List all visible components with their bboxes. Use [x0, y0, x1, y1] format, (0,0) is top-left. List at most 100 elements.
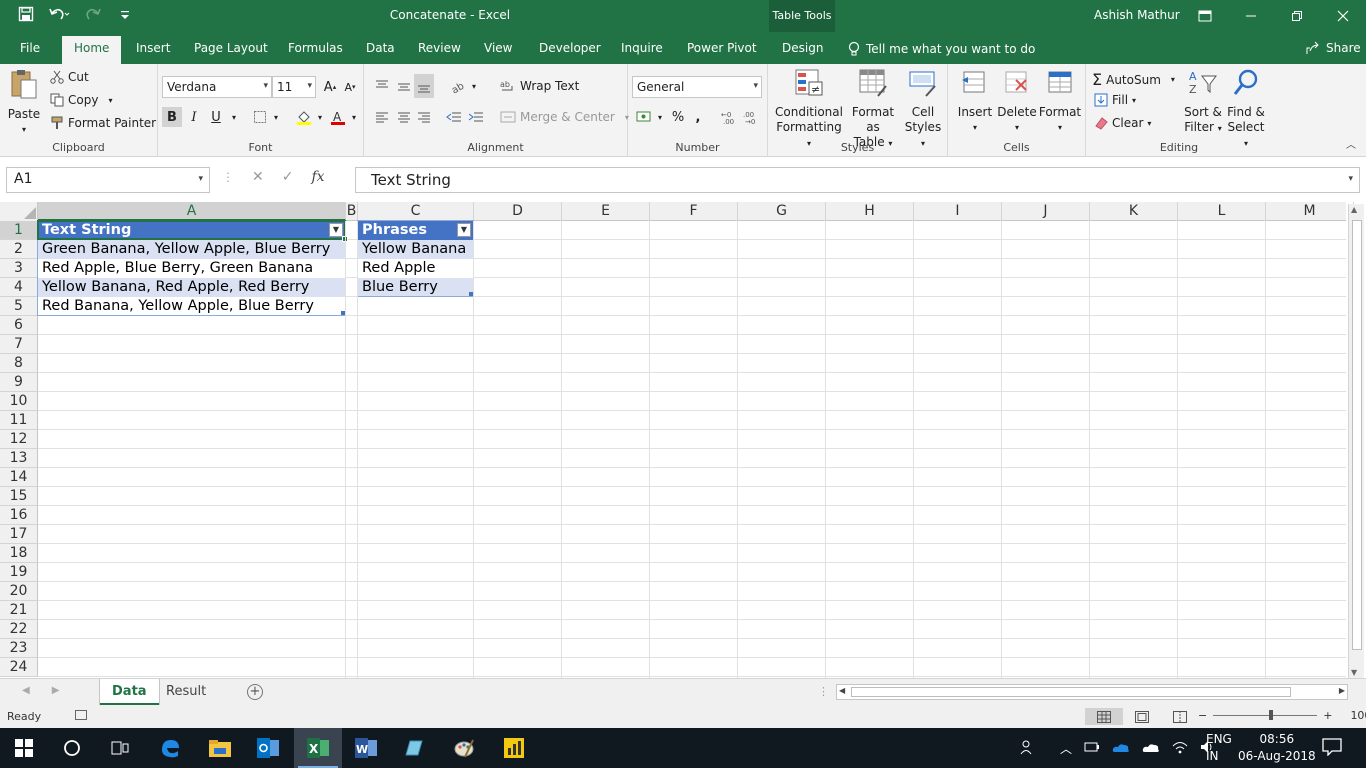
- table-cell-text-string[interactable]: Red Banana, Yellow Apple, Blue Berry: [38, 297, 345, 316]
- normal-view-icon[interactable]: [1085, 708, 1123, 725]
- sheet-tab-result[interactable]: Result: [154, 679, 218, 705]
- action-center-icon[interactable]: [1322, 738, 1342, 759]
- row-header-8[interactable]: 8: [0, 354, 38, 373]
- format-as-table-button[interactable]: Format as Table ▾: [844, 68, 902, 151]
- percent-button[interactable]: %: [668, 107, 688, 127]
- table-cell-phrase[interactable]: Blue Berry: [358, 278, 473, 297]
- next-sheet-icon[interactable]: ▶: [52, 685, 60, 696]
- row-header-22[interactable]: 22: [0, 620, 38, 639]
- row-header-15[interactable]: 15: [0, 487, 38, 506]
- format-cells-button[interactable]: Format ▾: [1038, 68, 1082, 135]
- autosum-button[interactable]: Σ AutoSum ▾: [1092, 70, 1175, 89]
- page-break-view-icon[interactable]: [1161, 708, 1199, 725]
- zoom-slider[interactable]: [1213, 710, 1318, 720]
- increase-indent-icon[interactable]: [466, 107, 486, 127]
- paint-app-icon[interactable]: [440, 728, 488, 768]
- power-bi-icon[interactable]: [490, 728, 538, 768]
- row-header-1[interactable]: 1: [0, 221, 38, 240]
- scroll-left-icon[interactable]: ◀: [839, 686, 845, 695]
- column-header-b[interactable]: B: [346, 202, 358, 221]
- font-color-dropdown-icon[interactable]: ▾: [344, 107, 364, 127]
- find-select-button[interactable]: Find & Select ▾: [1224, 68, 1268, 151]
- zoom-in-icon[interactable]: +: [1323, 709, 1332, 722]
- table-cell-text-string[interactable]: Green Banana, Yellow Apple, Blue Berry: [38, 240, 345, 259]
- formula-input[interactable]: Text String ▾: [355, 167, 1360, 193]
- increase-decimal-icon[interactable]: ←0.00: [720, 107, 740, 127]
- row-header-16[interactable]: 16: [0, 506, 38, 525]
- italic-button[interactable]: I: [184, 107, 204, 127]
- cell-styles-button[interactable]: Cell Styles ▾: [902, 68, 944, 151]
- cortana-search-icon[interactable]: [48, 728, 96, 768]
- worksheet-grid[interactable]: ABCDEFGHIJKLM 1 2 3 4 5 6 7 8 9 10 11 12 13 14 15 16 17 1…: [0, 202, 1366, 678]
- column-header-e[interactable]: E: [562, 202, 650, 221]
- task-view-icon[interactable]: [96, 728, 144, 768]
- align-center-icon[interactable]: [394, 107, 414, 127]
- zoom-level[interactable]: 100%: [1350, 709, 1366, 722]
- row-header-19[interactable]: 19: [0, 563, 38, 582]
- collapse-ribbon-icon[interactable]: ︿: [1346, 136, 1356, 151]
- scroll-up-icon[interactable]: ▲: [1351, 205, 1357, 214]
- ribbon-display-options-icon[interactable]: [1182, 0, 1228, 32]
- people-icon[interactable]: [1020, 739, 1036, 758]
- paste-button[interactable]: Paste ▾: [6, 68, 42, 137]
- row-header-23[interactable]: 23: [0, 639, 38, 658]
- table-cell-text-string[interactable]: Yellow Banana, Red Apple, Red Berry: [38, 278, 345, 297]
- confirm-entry-icon[interactable]: ✓: [282, 169, 294, 185]
- scroll-down-icon[interactable]: ▼: [1351, 668, 1357, 677]
- clear-button[interactable]: Clear ▾: [1094, 116, 1151, 130]
- taskbar-clock[interactable]: 08:56 06-Aug-2018: [1238, 731, 1316, 765]
- decrease-font-size-icon[interactable]: A ▾: [340, 77, 360, 97]
- notes-app-icon[interactable]: [390, 728, 438, 768]
- windows-start-icon[interactable]: [0, 728, 48, 768]
- format-painter-button[interactable]: Format Painter: [50, 116, 156, 130]
- scroll-right-icon[interactable]: ▶: [1339, 686, 1345, 695]
- file-explorer-icon[interactable]: [196, 728, 244, 768]
- row-header-10[interactable]: 10: [0, 392, 38, 411]
- row-header-2[interactable]: 2: [0, 240, 38, 259]
- column-header-h[interactable]: H: [826, 202, 914, 221]
- row-header-3[interactable]: 3: [0, 259, 38, 278]
- table-cell-phrase[interactable]: Yellow Banana: [358, 240, 473, 259]
- row-header-18[interactable]: 18: [0, 544, 38, 563]
- copy-button[interactable]: Copy ▾: [50, 93, 112, 107]
- fill-button[interactable]: Fill ▾: [1094, 93, 1136, 107]
- input-language[interactable]: ENG IN: [1206, 731, 1232, 765]
- row-header-17[interactable]: 17: [0, 525, 38, 544]
- vertical-scroll-thumb[interactable]: [1352, 220, 1362, 650]
- sort-filter-button[interactable]: AZ Sort & Filter ▾: [1182, 68, 1224, 136]
- filter-dropdown-icon[interactable]: ▼: [329, 223, 343, 237]
- row-header-21[interactable]: 21: [0, 601, 38, 620]
- row-header-24[interactable]: 24: [0, 658, 38, 677]
- borders-dropdown-icon[interactable]: ▾: [266, 107, 286, 127]
- wifi-icon[interactable]: [1172, 740, 1188, 757]
- horizontal-scroll-thumb[interactable]: [851, 687, 1291, 697]
- delete-cells-button[interactable]: Delete ▾: [996, 68, 1038, 135]
- edge-browser-icon[interactable]: [146, 728, 194, 768]
- row-header-5[interactable]: 5: [0, 297, 38, 316]
- font-name-select[interactable]: Verdana ▾: [162, 76, 272, 98]
- minimize-icon[interactable]: [1228, 0, 1274, 32]
- underline-button[interactable]: U: [206, 107, 226, 127]
- underline-dropdown-icon[interactable]: ▾: [224, 107, 244, 127]
- row-header-4[interactable]: 4: [0, 278, 38, 297]
- share-button[interactable]: Share: [1306, 41, 1361, 55]
- row-header-7[interactable]: 7: [0, 335, 38, 354]
- tab-review[interactable]: Review: [418, 41, 461, 55]
- bold-button[interactable]: B: [162, 107, 182, 127]
- sheet-tab-data[interactable]: Data: [100, 679, 159, 705]
- insert-function-icon[interactable]: fx: [311, 169, 324, 185]
- column-header-m[interactable]: M: [1266, 202, 1354, 221]
- column-header-k[interactable]: K: [1090, 202, 1178, 221]
- battery-icon[interactable]: [1084, 741, 1100, 756]
- table-header-phrases[interactable]: Phrases ▼: [358, 221, 473, 240]
- show-hidden-icons-icon[interactable]: ︿: [1060, 740, 1072, 757]
- row-header-12[interactable]: 12: [0, 430, 38, 449]
- column-header-l[interactable]: L: [1178, 202, 1266, 221]
- outlook-icon[interactable]: [244, 728, 292, 768]
- tab-page-layout[interactable]: Page Layout: [194, 41, 268, 55]
- user-name[interactable]: Ashish Mathur: [1094, 8, 1180, 22]
- tell-me-search[interactable]: Tell me what you want to do: [848, 41, 1035, 57]
- name-box-dropdown-icon[interactable]: ▾: [198, 174, 203, 184]
- accounting-dropdown-icon[interactable]: ▾: [650, 107, 670, 127]
- expand-formula-bar-icon[interactable]: ▾: [1348, 174, 1353, 184]
